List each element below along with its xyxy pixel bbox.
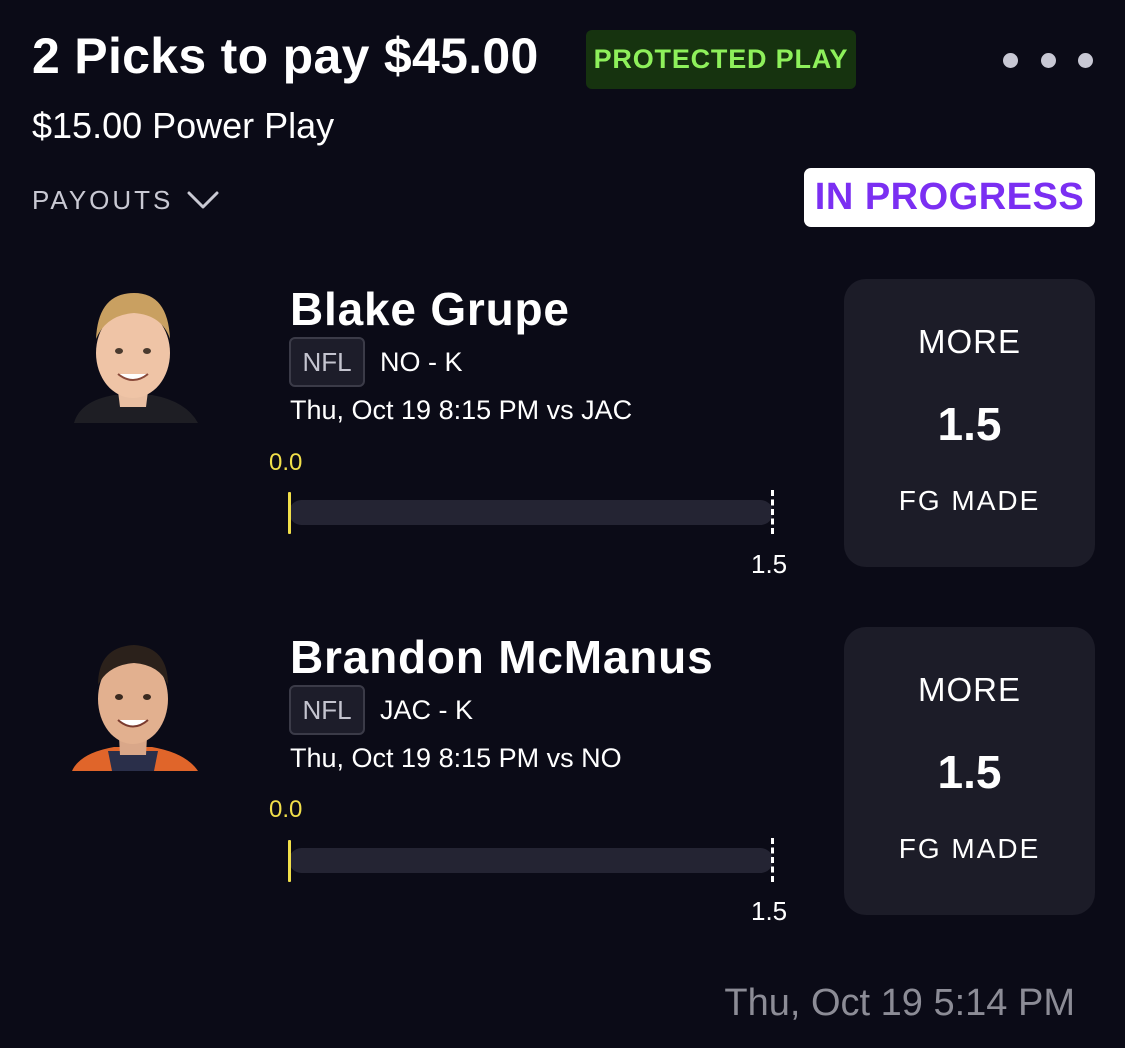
progress-track <box>289 848 773 873</box>
pick-card[interactable]: MORE 1.5 FG MADE <box>844 627 1095 915</box>
current-value: 0.0 <box>269 796 303 823</box>
pick-direction: MORE <box>918 671 1021 708</box>
line-value: 1.5 <box>751 896 788 926</box>
protected-play-badge: PROTECTED PLAY <box>586 30 856 89</box>
status-badge: IN PROGRESS <box>804 168 1095 227</box>
pick-direction: MORE <box>918 323 1021 360</box>
line-value: 1.5 <box>751 549 788 579</box>
pick-line: 1.5 <box>937 398 1002 450</box>
pick-line: 1.5 <box>937 746 1002 798</box>
game-time: Thu, Oct 19 8:15 PM vs NO <box>290 743 622 773</box>
progress-track <box>289 500 773 525</box>
more-options-icon[interactable] <box>1003 48 1093 72</box>
payouts-label: PAYOUTS <box>32 184 174 215</box>
player-name: Brandon McManus <box>290 631 714 683</box>
current-value: 0.0 <box>269 449 303 476</box>
progress-line-marker <box>771 490 774 534</box>
team-position: JAC - K <box>380 695 474 725</box>
pick-card[interactable]: MORE 1.5 FG MADE <box>844 279 1095 567</box>
pick-stat: FG MADE <box>898 833 1041 864</box>
player-avatar <box>58 621 208 771</box>
game-time: Thu, Oct 19 8:15 PM vs JAC <box>290 395 633 425</box>
payouts-toggle[interactable]: PAYOUTS <box>32 180 219 220</box>
entry-timestamp: Thu, Oct 19 5:14 PM <box>724 982 1075 1024</box>
team-position: NO - K <box>380 347 463 377</box>
league-tag: NFL <box>289 685 365 735</box>
progress-current-marker <box>288 492 291 534</box>
player-name: Blake Grupe <box>290 283 570 335</box>
entry-subtitle: $15.00 Power Play <box>32 105 335 146</box>
league-tag: NFL <box>289 337 365 387</box>
pick-stat: FG MADE <box>898 485 1041 516</box>
progress-line-marker <box>771 838 774 882</box>
player-avatar <box>58 273 208 423</box>
entry-title: 2 Picks to pay $45.00 <box>32 28 539 84</box>
chevron-down-icon <box>187 191 219 209</box>
progress-current-marker <box>288 840 291 882</box>
